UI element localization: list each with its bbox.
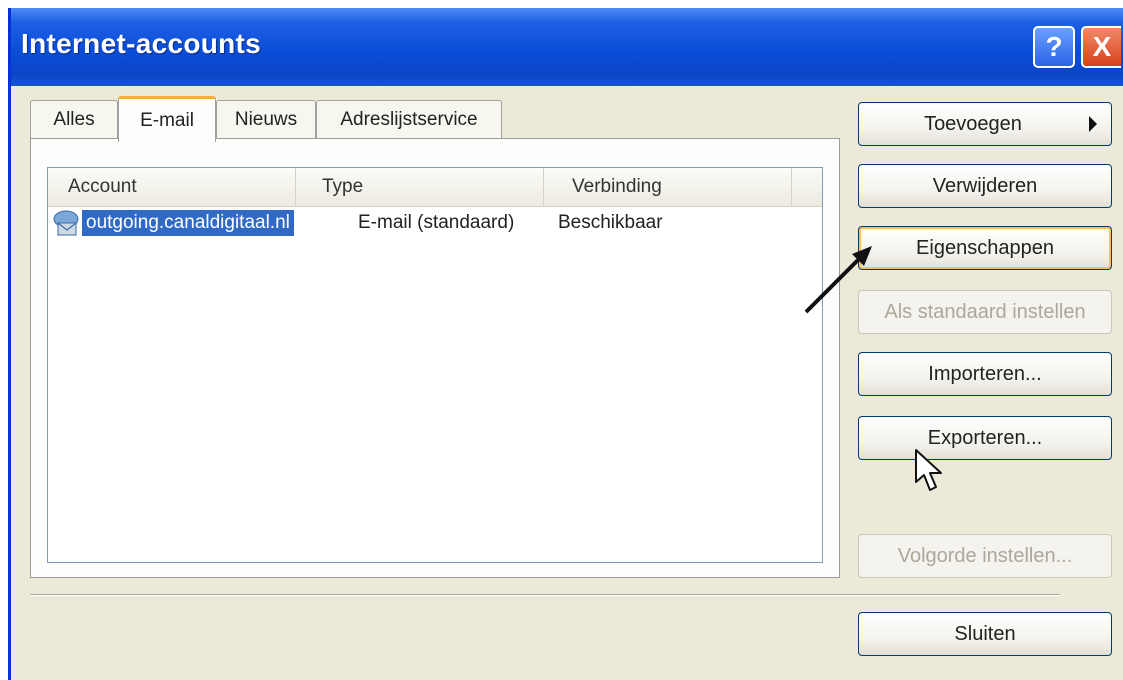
accounts-list[interactable]: Account Type Verbinding outgoing.canaldi… [47,167,823,563]
set-order-button-label: Volgorde instellen... [897,544,1073,567]
remove-button[interactable]: Verwijderen [858,164,1112,208]
mail-account-icon [53,210,79,236]
export-button[interactable]: Exporteren... [858,416,1112,460]
email-tab-panel: Account Type Verbinding outgoing.canaldi… [30,138,840,578]
remove-button-label: Verwijderen [932,174,1038,197]
pointer-arrow-icon [804,246,872,314]
set-default-button[interactable]: Als standaard instellen [858,290,1112,334]
title-bar[interactable]: Internet-accounts ? X [11,8,1123,86]
tab-alles[interactable]: Alles [30,100,118,138]
close-icon: X [1092,31,1112,62]
tab-email[interactable]: E-mail [118,96,216,142]
submenu-arrow-icon [1089,116,1097,132]
properties-button[interactable]: Eigenschappen [858,226,1112,270]
add-button[interactable]: Toevoegen [858,102,1112,146]
list-header: Account Type Verbinding [48,168,822,207]
mouse-cursor-icon [915,449,942,491]
column-header-type[interactable]: Type [296,168,544,206]
export-button-label: Exporteren... [927,426,1043,449]
tab-nieuws[interactable]: Nieuws [216,100,316,138]
properties-button-label: Eigenschappen [916,236,1054,259]
window-title: Internet-accounts [21,28,262,59]
column-header-account[interactable]: Account [48,168,296,206]
tab-adreslijstservice[interactable]: Adreslijstservice [316,100,502,138]
account-type: E-mail (standaard) [358,212,515,233]
add-button-label: Toevoegen [924,112,1022,135]
set-order-button[interactable]: Volgorde instellen... [858,534,1112,578]
close-button-label: Sluiten [954,622,1016,645]
column-header-connection[interactable]: Verbinding [544,168,792,206]
set-default-button-label: Als standaard instellen [884,300,1086,323]
import-button[interactable]: Importeren... [858,352,1112,396]
help-icon: ? [1045,31,1063,62]
help-button[interactable]: ? [1033,26,1075,68]
close-window-button[interactable]: X [1081,26,1121,68]
separator-line [30,594,1060,596]
account-name: outgoing.canaldigitaal.nl [82,210,294,236]
account-connection: Beschikbaar [558,212,663,233]
close-button[interactable]: Sluiten [858,612,1112,656]
account-row[interactable]: outgoing.canaldigitaal.nl E-mail (standa… [48,208,822,238]
import-button-label: Importeren... [928,362,1042,385]
